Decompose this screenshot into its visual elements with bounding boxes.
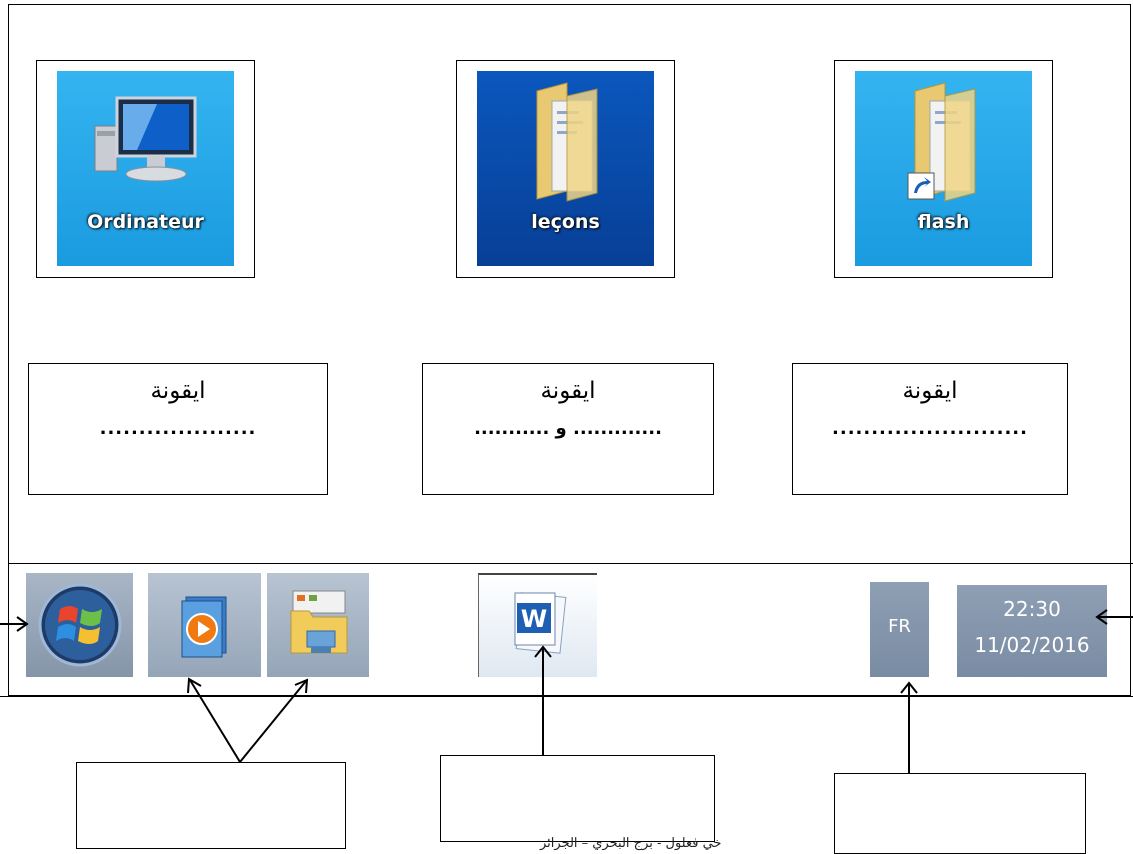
answer-box-language[interactable] — [834, 773, 1086, 854]
annotation-arrows — [0, 609, 1133, 773]
answer-box-word[interactable] — [440, 755, 715, 842]
answer-box-pinned[interactable] — [76, 762, 346, 849]
footer-caption: خي فعلول - برج البحري – الجزائر — [540, 836, 722, 851]
